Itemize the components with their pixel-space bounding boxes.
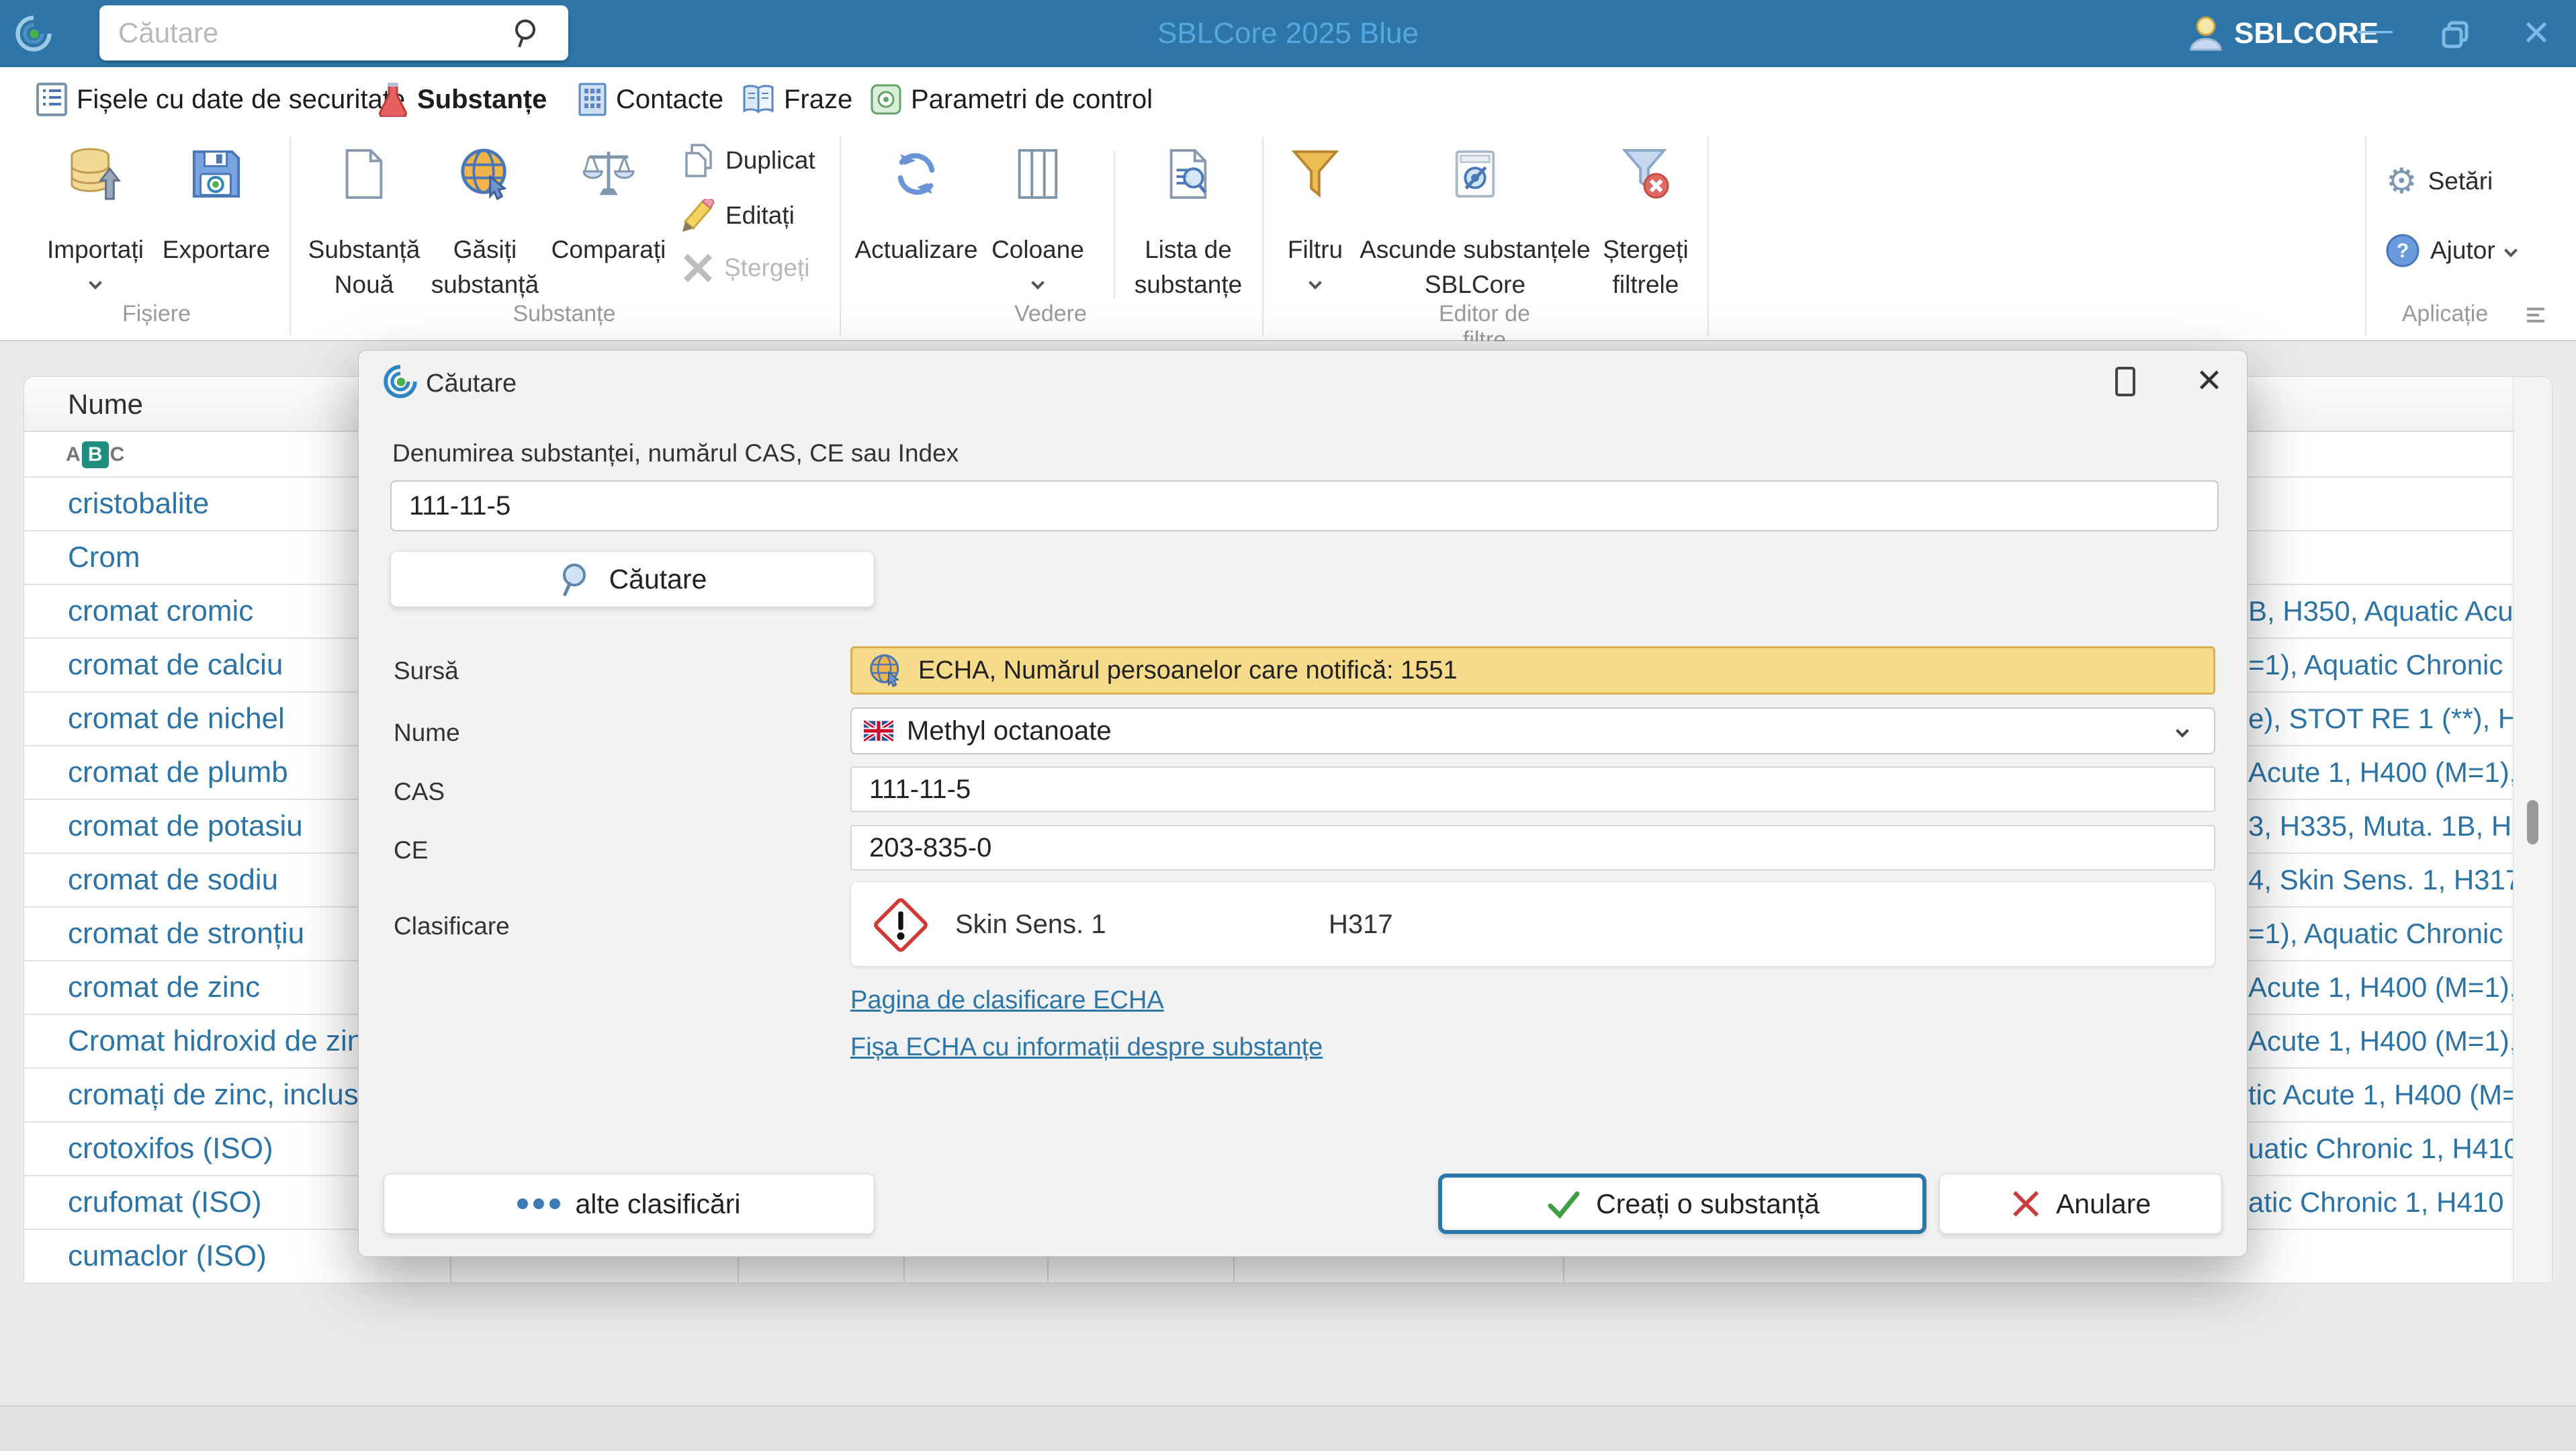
query-input[interactable] [390, 480, 2219, 531]
abc-filter-icon[interactable]: ABC [66, 441, 124, 468]
columns-dropdown-chevron[interactable] [1031, 276, 1045, 290]
column-header-name[interactable]: Nume [68, 377, 143, 432]
uk-flag-icon [864, 720, 893, 742]
classification-panel: Skin Sens. 1 H317 [850, 881, 2215, 967]
checkmark-icon [1545, 1186, 1581, 1222]
name-label: Nume [394, 719, 460, 747]
scrollbar-thumb[interactable] [2527, 800, 2538, 844]
echa-infocard-link[interactable]: Fișa ECHA cu informații despre substanțe [850, 1033, 1323, 1062]
building-icon [578, 83, 607, 116]
source-globe-icon [869, 654, 902, 687]
close-button[interactable]: ✕ [2510, 0, 2563, 67]
delete-x-icon [682, 253, 713, 283]
global-search-box[interactable] [99, 5, 568, 60]
edit-button[interactable]: Editați [682, 199, 795, 232]
new-document-icon [338, 148, 390, 200]
vertical-scrollbar[interactable] [2513, 377, 2552, 1282]
filter-dropdown-chevron[interactable] [1308, 276, 1322, 290]
import-dropdown-chevron[interactable] [89, 276, 102, 290]
substance-list-button[interactable]: Lista de substanțe [1114, 138, 1262, 300]
duplicate-icon [682, 144, 715, 177]
help-dropdown-chevron[interactable] [2504, 244, 2518, 257]
database-import-icon [69, 148, 122, 200]
clear-filters-button[interactable]: Ștergeți filtrele [1572, 138, 1720, 300]
source-label: Sursă [394, 657, 459, 685]
cas-input[interactable] [850, 766, 2215, 812]
funnel-icon [1289, 148, 1341, 200]
group-label-substances: Substanțe [497, 301, 631, 327]
flask-icon [378, 82, 408, 117]
compare-button[interactable]: Comparați [535, 138, 682, 300]
hazard-class: Skin Sens. 1 [955, 882, 1106, 967]
svg-text:?: ? [2397, 240, 2409, 262]
duplicate-button[interactable]: Duplicat [682, 144, 815, 177]
ellipsis-icon [517, 1198, 560, 1209]
query-label: Denumirea substanței, numărul CAS, CE sa… [392, 439, 959, 468]
scales-icon [582, 148, 635, 200]
control-parameters-icon [871, 84, 901, 115]
ce-input[interactable] [850, 825, 2215, 871]
name-select[interactable]: Methyl octanoate [850, 707, 2215, 754]
name-select-chevron[interactable] [2176, 724, 2189, 738]
restore-button[interactable] [2441, 20, 2471, 50]
window-bottom-strip [0, 1405, 2576, 1451]
ce-label: CE [394, 836, 428, 865]
group-label-app: Aplicație [2378, 301, 2512, 327]
title-bar: SBLCore 2025 Blue SBLCORE — ✕ [0, 0, 2576, 67]
clear-filter-icon [1619, 148, 1672, 200]
dialog-close-button[interactable]: ✕ [2189, 361, 2229, 402]
sds-doc-icon [36, 83, 67, 116]
minimize-button[interactable]: — [2348, 0, 2402, 63]
cancel-x-icon [2010, 1188, 2041, 1219]
group-label-files: Fișiere [89, 301, 224, 327]
search-icon[interactable] [510, 17, 543, 50]
refresh-icon [890, 148, 942, 200]
echa-classification-link[interactable]: Pagina de clasificare ECHA [850, 986, 1164, 1015]
substance-list-icon [1162, 148, 1214, 200]
pencil-icon [682, 199, 715, 232]
dialog-logo-icon [383, 364, 418, 399]
floppy-export-icon [190, 148, 242, 200]
settings-button[interactable]: ⚙ Setări [2386, 164, 2493, 199]
globe-search-icon [459, 148, 511, 200]
hazard-code: H317 [1329, 882, 1393, 967]
columns-icon [1012, 148, 1064, 200]
cancel-button[interactable]: Anulare [1939, 1174, 2222, 1234]
global-search-input[interactable] [118, 5, 494, 60]
cas-label: CAS [394, 778, 445, 806]
app-logo-icon [15, 15, 52, 52]
source-value: ECHA, Numărul persoanelor care notifică:… [918, 656, 1458, 685]
tab-sds[interactable]: Fișele cu date de securitate [36, 67, 405, 132]
dialog-search-icon [558, 561, 594, 597]
classification-label: Clasificare [394, 912, 510, 940]
ribbon: Importați Exportare Fișiere Substanță No… [0, 132, 2576, 341]
dialog-maximize-button[interactable] [2115, 367, 2135, 396]
dialog-search-button[interactable]: Căutare [390, 551, 875, 607]
main-tab-bar: Fișele cu date de securitate Substanțe C… [0, 67, 2576, 132]
ribbon-menu-icon[interactable] [2524, 305, 2547, 325]
create-substance-button[interactable]: Creați o substanță [1438, 1174, 1926, 1234]
gear-icon: ⚙ [2386, 164, 2417, 199]
book-icon [742, 84, 774, 115]
help-button[interactable]: ? Ajutor [2386, 234, 2516, 267]
search-dialog: Căutare ✕ Denumirea substanței, numărul … [358, 350, 2248, 1257]
user-avatar-icon[interactable] [2187, 15, 2225, 52]
tab-contacts[interactable]: Contacte [578, 67, 723, 132]
hide-substances-icon [1449, 148, 1501, 200]
name-value: Methyl octanoate [907, 716, 1112, 746]
source-result-bar[interactable]: ECHA, Numărul persoanelor care notifică:… [850, 646, 2215, 695]
help-icon: ? [2386, 234, 2419, 267]
dialog-title: Căutare [426, 369, 517, 398]
tab-control-parameters[interactable]: Parametri de control [871, 67, 1153, 132]
tab-phrases[interactable]: Fraze [742, 67, 852, 132]
tab-substances[interactable]: Substanțe [378, 67, 547, 132]
other-classifications-button[interactable]: alte clasificări [384, 1174, 875, 1234]
ghs07-exclamation-pictogram [870, 894, 932, 956]
group-label-view: Vedere [983, 301, 1118, 327]
